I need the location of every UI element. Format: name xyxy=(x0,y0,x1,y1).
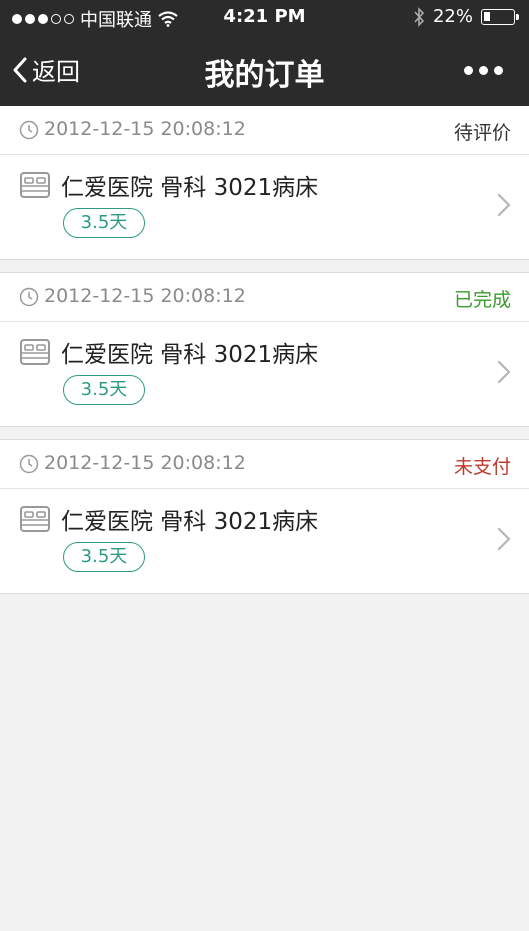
hospital-info: 仁爱医院 骨科 3021病床 xyxy=(61,175,319,201)
status-bar: 中国联通 4:21 PM 22% xyxy=(0,0,529,34)
bed-icon xyxy=(20,172,50,198)
chevron-right-icon xyxy=(497,193,511,217)
order-list: 2012-12-15 20:08:12 待评价 仁爱医院 骨科 3021病床 3… xyxy=(0,106,529,606)
bed-icon xyxy=(20,506,50,532)
page-title: 我的订单 xyxy=(204,58,325,93)
duration-badge: 3.5天 xyxy=(63,542,145,572)
clock-icon xyxy=(19,454,39,474)
order-status: 待评价 xyxy=(453,122,511,144)
status-right: 22% xyxy=(413,6,519,27)
more-button[interactable] xyxy=(464,66,503,75)
duration-badge: 3.5天 xyxy=(63,208,145,238)
hospital-info: 仁爱医院 骨科 3021病床 xyxy=(61,342,319,368)
order-item[interactable]: 仁爱医院 骨科 3021病床 3.5天 xyxy=(0,155,529,259)
order-card: 2012-12-15 20:08:12 待评价 仁爱医院 骨科 3021病床 3… xyxy=(0,106,529,260)
order-header: 2012-12-15 20:08:12 已完成 xyxy=(0,273,529,322)
more-dot-icon xyxy=(479,66,488,75)
more-dot-icon xyxy=(464,66,473,75)
clock-icon xyxy=(19,287,39,307)
order-status: 已完成 xyxy=(453,289,511,311)
order-item[interactable]: 仁爱医院 骨科 3021病床 3.5天 xyxy=(0,322,529,426)
bed-icon xyxy=(20,339,50,365)
chevron-right-icon xyxy=(497,527,511,551)
order-status: 未支付 xyxy=(453,456,511,478)
order-timestamp: 2012-12-15 20:08:12 xyxy=(44,452,246,474)
hospital-info: 仁爱医院 骨科 3021病床 xyxy=(61,509,319,535)
navigation-bar: 返回 我的订单 xyxy=(0,34,529,106)
chevron-right-icon xyxy=(497,360,511,384)
order-header: 2012-12-15 20:08:12 待评价 xyxy=(0,106,529,155)
bluetooth-icon xyxy=(414,6,425,27)
battery-percent: 22% xyxy=(432,6,473,27)
order-card: 2012-12-15 20:08:12 已完成 仁爱医院 骨科 3021病床 3… xyxy=(0,272,529,427)
order-card: 2012-12-15 20:08:12 未支付 仁爱医院 骨科 3021病床 3… xyxy=(0,439,529,594)
more-dot-icon xyxy=(494,66,503,75)
order-timestamp: 2012-12-15 20:08:12 xyxy=(44,118,246,140)
order-header: 2012-12-15 20:08:12 未支付 xyxy=(0,440,529,489)
battery-icon xyxy=(481,8,519,25)
clock-icon xyxy=(19,120,39,140)
duration-badge: 3.5天 xyxy=(63,375,145,405)
order-timestamp: 2012-12-15 20:08:12 xyxy=(44,285,246,307)
order-item[interactable]: 仁爱医院 骨科 3021病床 3.5天 xyxy=(0,489,529,593)
